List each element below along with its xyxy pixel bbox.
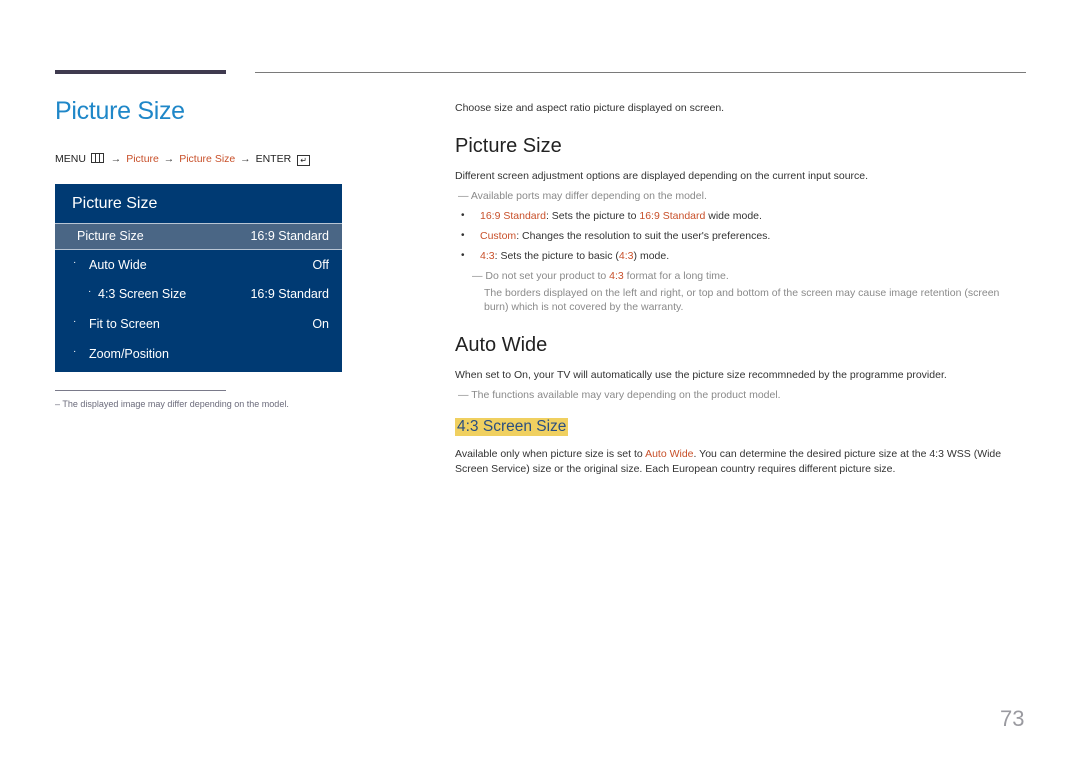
tv-menu-item-label: Fit to Screen [89, 317, 160, 331]
page-number: 73 [1000, 706, 1025, 731]
section-heading-4-3-screen-size: 4:3 Screen Size [455, 418, 569, 436]
option-term: Custom [480, 230, 517, 242]
option-text: ) mode. [633, 250, 670, 262]
tv-menu-item-value: 16:9 Standard [250, 287, 329, 301]
note-dash-icon: — [458, 190, 469, 202]
tv-menu-item-label: Auto Wide [89, 258, 147, 272]
option-term: 4:3 [618, 250, 634, 262]
section-text-line2: Screen Service) size or the original siz… [455, 463, 896, 475]
tv-menu-item-zoom-position[interactable]: · Zoom/Position [55, 342, 342, 368]
bullet-dot-icon: · [73, 346, 77, 357]
note-dash-icon: — [458, 389, 469, 401]
section-heading-picture-size: Picture Size [455, 135, 562, 157]
option-term: Auto Wide [645, 448, 694, 460]
section-text-part: . You can determine the desired picture … [693, 448, 1002, 460]
tv-menu-item-value: Off [312, 258, 329, 272]
note-text: Do not set your product to [485, 270, 610, 282]
warning-detail-line2: burn) which is not covered by the warran… [484, 301, 684, 313]
tv-menu-item-value: 16:9 Standard [250, 229, 329, 243]
bullet-icon: • [461, 230, 465, 241]
note-dash-icon: — [472, 270, 483, 282]
arrow-icon: → [240, 153, 251, 165]
bullet-icon: • [461, 210, 465, 221]
section-text: Different screen adjustment options are … [455, 170, 869, 182]
tv-menu-item-4-3-screen-size[interactable]: · 4:3 Screen Size 16:9 Standard [55, 282, 342, 308]
option-term: 4:3 [480, 250, 495, 262]
note: — Available ports may differ depending o… [458, 190, 707, 202]
header-rule-thin [255, 72, 1026, 73]
tv-menu-item-picture-size[interactable]: Picture Size 16:9 Standard [55, 223, 342, 250]
option-text: : Sets the picture to basic ( [494, 250, 619, 262]
note: — The functions available may vary depen… [458, 389, 781, 401]
breadcrumb-enter: ENTER [255, 153, 292, 165]
warning-detail-line1: The borders displayed on the left and ri… [484, 287, 1000, 299]
tv-menu-item-label: Picture Size [77, 229, 144, 243]
header-rule-thick [55, 70, 226, 74]
tv-menu-item-fit-to-screen[interactable]: · Fit to Screen On [55, 312, 342, 338]
breadcrumb-menu: MENU [55, 153, 86, 165]
note-text: The functions available may vary dependi… [471, 389, 781, 401]
bullet-icon: • [461, 250, 465, 261]
arrow-icon: → [163, 153, 175, 165]
section-text-part: Available only when picture size is set … [455, 448, 646, 460]
note-text: Available ports may differ depending on … [470, 190, 707, 202]
menu-icon [90, 153, 104, 163]
tv-menu-item-value: On [312, 317, 329, 331]
section-text: Available only when picture size is set … [455, 448, 1001, 460]
breadcrumb: MENU → Picture → Picture Size → ENTER ↵ [55, 153, 311, 166]
option-term: 16:9 Standard [480, 210, 546, 222]
option-term: 16:9 Standard [639, 210, 706, 222]
tv-menu-item-auto-wide[interactable]: · Auto Wide Off [55, 253, 342, 279]
arrow-icon: → [110, 153, 122, 165]
breadcrumb-picture-size[interactable]: Picture Size [179, 153, 235, 165]
bullet-dot-icon: · [73, 316, 77, 327]
note-text: format for a long time. [623, 270, 729, 282]
option-text: : Changes the resolution to suit the use… [516, 230, 771, 242]
bullet-dot-icon: · [73, 257, 77, 268]
bullet-item: 16:9 Standard: Sets the picture to 16:9 … [480, 210, 762, 222]
page-title: Picture Size [55, 97, 185, 125]
breadcrumb-picture[interactable]: Picture [126, 153, 159, 165]
intro-text: Choose size and aspect ratio picture dis… [455, 102, 725, 114]
footnote: – The displayed image may differ dependi… [55, 399, 289, 409]
section-text: When set to On, your TV will automatical… [455, 369, 947, 381]
tv-menu-title: Picture Size [72, 195, 158, 212]
option-term: 4:3 [609, 270, 624, 282]
bullet-item: 4:3: Sets the picture to basic (4:3) mod… [480, 250, 669, 262]
warning-note: — Do not set your product to 4:3 format … [472, 270, 729, 282]
bullet-dot-icon: · [88, 286, 92, 297]
bullet-item: Custom: Changes the resolution to suit t… [480, 230, 770, 242]
option-text: : Sets the picture to [545, 210, 640, 222]
enter-icon: ↵ [297, 155, 311, 166]
option-text: wide mode. [705, 210, 762, 222]
tv-menu-item-label: Zoom/Position [89, 347, 169, 361]
tv-menu-item-label: 4:3 Screen Size [98, 287, 187, 301]
section-heading-auto-wide: Auto Wide [455, 334, 548, 356]
footnote-divider [55, 390, 226, 391]
